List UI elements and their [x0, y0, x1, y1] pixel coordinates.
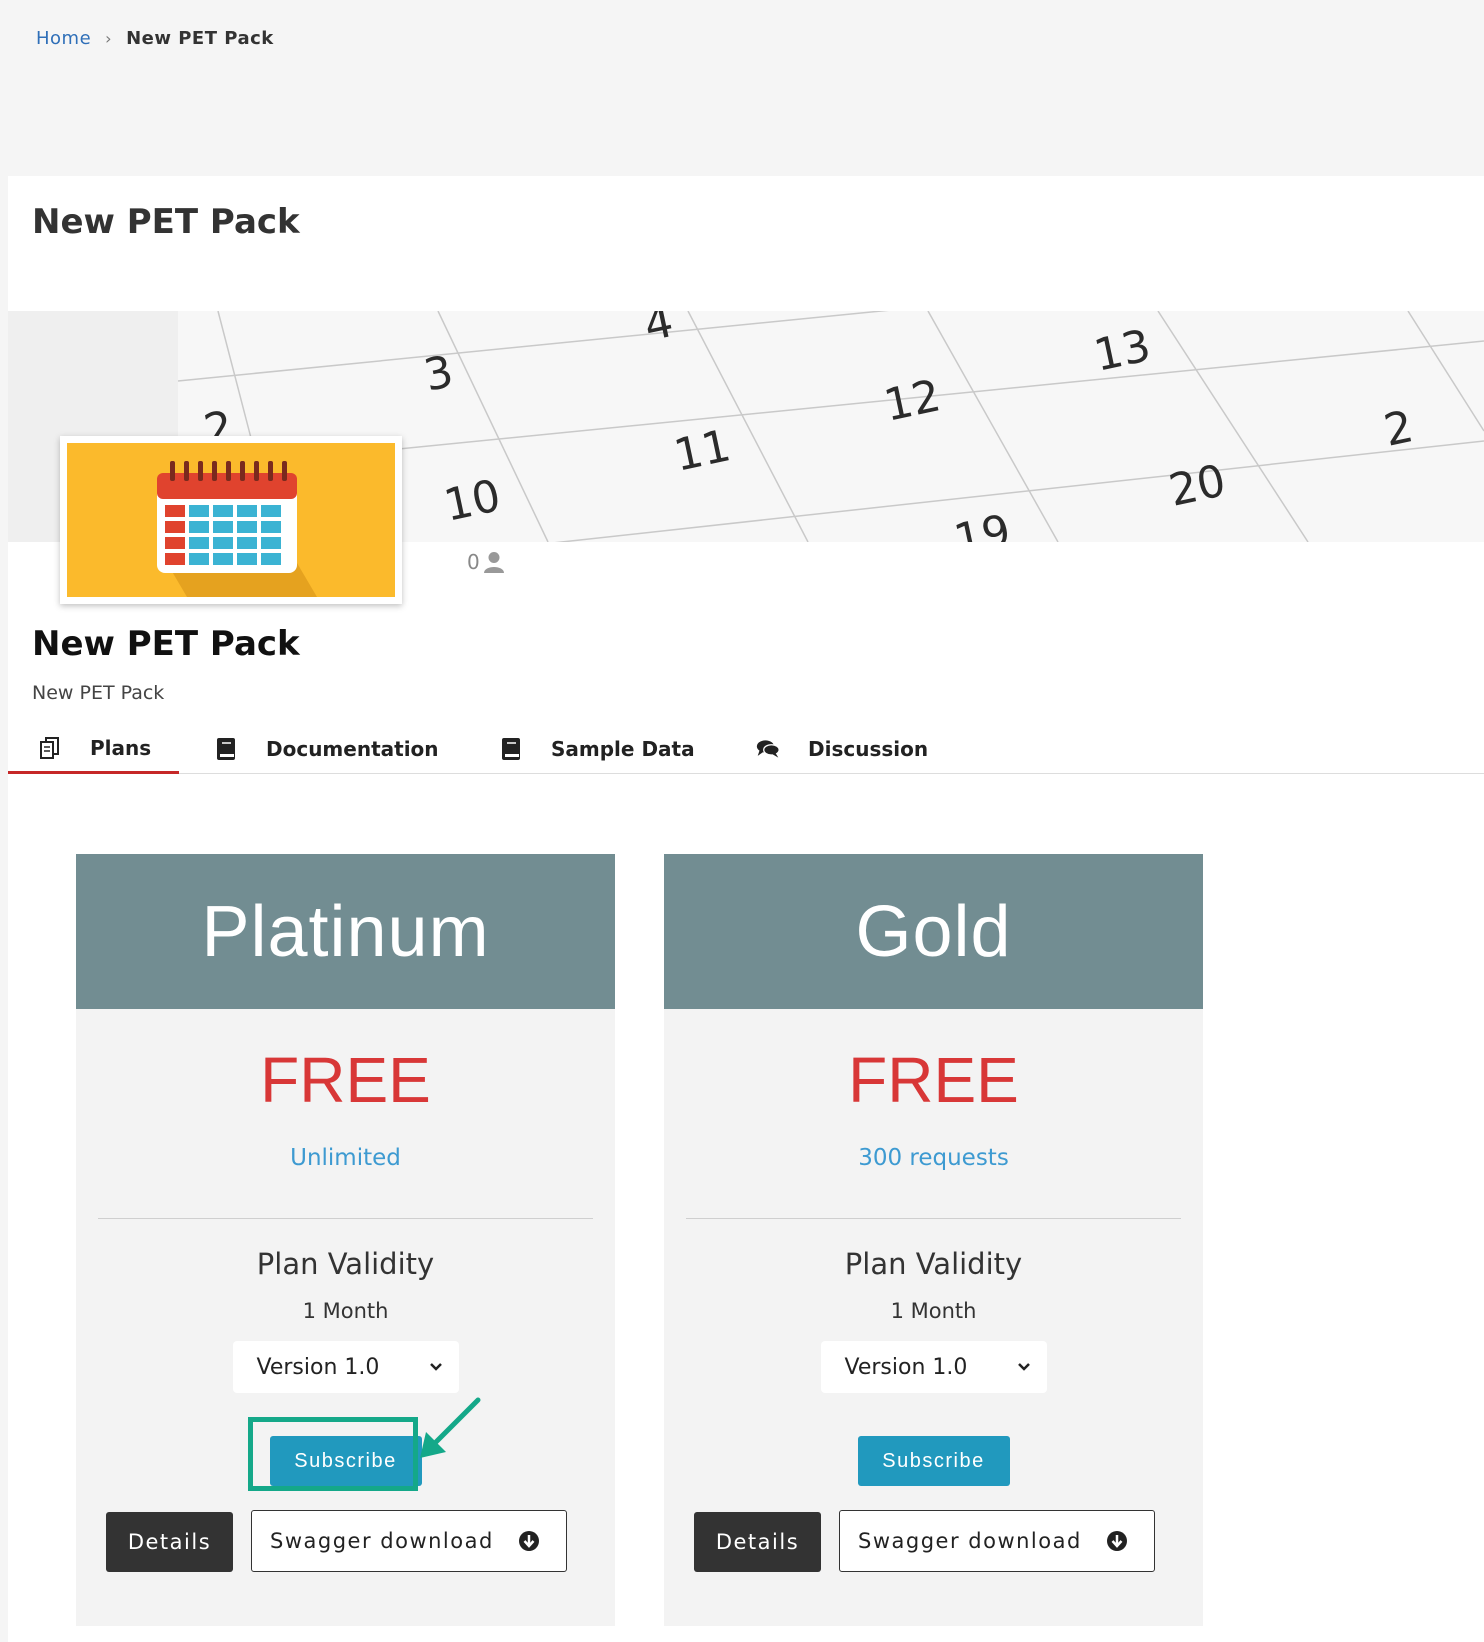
tab-discussion[interactable]: Discussion — [756, 724, 928, 774]
product-description: New PET Pack — [32, 682, 165, 704]
plan-validity-label: Plan Validity — [256, 1247, 435, 1281]
plan-quota: 300 requests — [858, 1145, 1009, 1171]
book-icon — [499, 737, 523, 761]
swagger-download-button[interactable]: Swagger download — [839, 1510, 1155, 1572]
user-icon — [483, 552, 504, 573]
product-title: New PET Pack — [32, 624, 300, 664]
version-select-value: Version 1.0 — [256, 1354, 380, 1380]
divider — [98, 1218, 593, 1219]
calendar-icon — [157, 461, 317, 597]
product-logo — [60, 436, 402, 604]
breadcrumb-separator: › — [105, 29, 113, 48]
page-title: New PET Pack — [32, 202, 300, 242]
plan-validity-value: 1 Month — [302, 1299, 389, 1323]
plan-price: FREE — [260, 1044, 431, 1116]
version-select[interactable]: Version 1.0 — [232, 1341, 459, 1393]
details-button[interactable]: Details — [694, 1512, 821, 1572]
swagger-download-button[interactable]: Swagger download — [251, 1510, 567, 1572]
subscriber-count: 0 — [467, 550, 506, 574]
details-button[interactable]: Details — [106, 1512, 233, 1572]
book-icon — [214, 737, 238, 761]
tab-sample-data-label: Sample Data — [551, 737, 695, 761]
swagger-download-label: Swagger download — [858, 1529, 1082, 1553]
plan-card-platinum: Platinum FREE Unlimited Plan Validity 1 … — [76, 854, 615, 1626]
tab-sample-data[interactable]: Sample Data — [499, 724, 695, 774]
chevron-down-icon — [1017, 1363, 1030, 1371]
tab-documentation-label: Documentation — [266, 737, 439, 761]
main-panel: New PET Pack 2 3 4 10 11 12 13 19 20 2 0… — [8, 176, 1484, 1642]
plan-quota: Unlimited — [290, 1145, 401, 1171]
comments-icon — [756, 738, 780, 760]
tab-plans[interactable]: Plans — [8, 724, 179, 774]
tab-plans-label: Plans — [90, 735, 152, 760]
tab-documentation[interactable]: Documentation — [214, 724, 439, 774]
subscribe-highlight-box — [248, 1417, 418, 1491]
breadcrumb-home-link[interactable]: Home — [36, 28, 91, 49]
download-icon — [519, 1531, 539, 1551]
plan-name: Platinum — [76, 854, 615, 1009]
subscribe-button[interactable]: Subscribe — [857, 1436, 1010, 1486]
chevron-down-icon — [429, 1363, 442, 1371]
download-icon — [1107, 1531, 1127, 1551]
divider — [686, 1218, 1181, 1219]
calendar-logo-background — [67, 443, 395, 597]
breadcrumb: Home › New PET Pack — [36, 28, 274, 49]
tab-bar: Plans Documentation Sample Data Discussi… — [8, 724, 1484, 774]
copy-icon — [38, 736, 62, 760]
arrow-icon — [420, 1397, 481, 1458]
plan-validity-label: Plan Validity — [844, 1247, 1023, 1281]
subscriber-count-value: 0 — [467, 550, 480, 574]
version-select[interactable]: Version 1.0 — [820, 1341, 1047, 1393]
plan-validity-value: 1 Month — [890, 1299, 977, 1323]
plan-price: FREE — [848, 1044, 1019, 1116]
breadcrumb-current: New PET Pack — [126, 28, 274, 49]
plan-name: Gold — [664, 854, 1203, 1009]
tab-discussion-label: Discussion — [808, 737, 929, 761]
subscribe-wrapper: Subscribe — [664, 1436, 1203, 1486]
version-select-value: Version 1.0 — [844, 1354, 968, 1380]
plan-card-gold: Gold FREE 300 requests Plan Validity 1 M… — [664, 854, 1203, 1626]
swagger-download-label: Swagger download — [270, 1529, 494, 1553]
